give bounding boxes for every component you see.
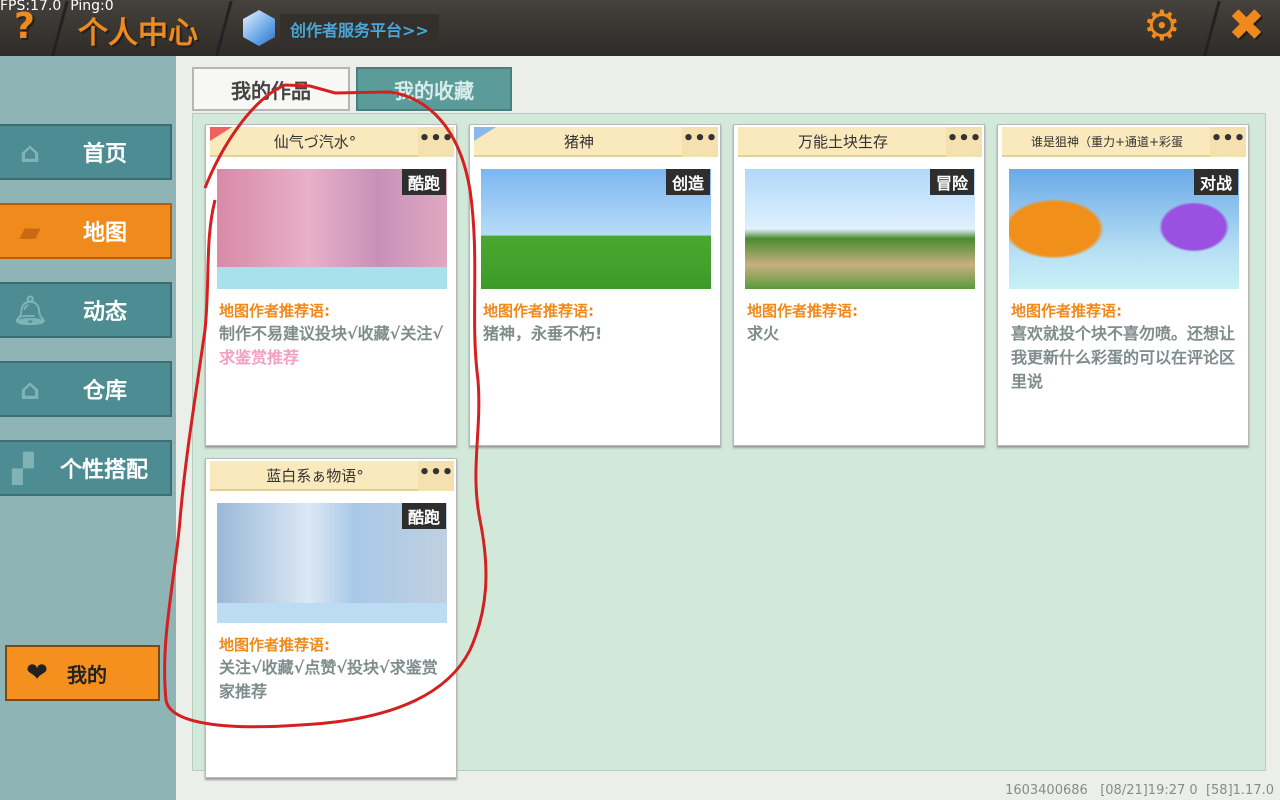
card-description: 猪神，永垂不朽! bbox=[483, 324, 603, 343]
card-description: 关注√收藏√点赞√投块√求鉴赏家推荐 bbox=[219, 658, 438, 701]
footer-info: 1603400686 [08/21]19:27 0 [58]1.17.0 bbox=[1005, 783, 1274, 798]
desc-highlight: 求鉴赏推荐 bbox=[219, 348, 300, 367]
sidebar-item-label: 动态 bbox=[82, 300, 127, 325]
more-button[interactable]: ••• bbox=[682, 127, 718, 157]
sidebar-item-label: 仓库 bbox=[82, 379, 127, 404]
main-panel: 我的作品 我的收藏 仙气づ汽水° ••• 酷跑 地图作者推荐语: 制作不易建议投块… bbox=[176, 56, 1280, 800]
sidebar-item-feed[interactable]: 🔔︎ 动态 bbox=[0, 282, 172, 338]
version: [58]1.17.0 bbox=[1205, 783, 1274, 798]
home-icon: ⌂ bbox=[19, 135, 41, 169]
card-header: 仙气づ汽水° ••• bbox=[210, 127, 454, 157]
card-header: 蓝白系ぁ物语° ••• bbox=[210, 461, 454, 491]
creator-platform-link[interactable]: 创作者服务平台>> bbox=[280, 14, 439, 42]
card-title: 谁是狙神（重力+通道+彩蛋 bbox=[1030, 134, 1184, 149]
card-header: 猪神 ••• bbox=[474, 127, 718, 157]
card-header: 谁是狙神（重力+通道+彩蛋 ••• bbox=[1002, 127, 1246, 157]
more-button[interactable]: ••• bbox=[1210, 127, 1246, 157]
sidebar-item-label: 首页 bbox=[82, 142, 127, 167]
card-description: 求火 bbox=[747, 324, 780, 343]
genre-tag: 创造 bbox=[665, 169, 710, 195]
divider bbox=[1202, 0, 1221, 60]
heart-icon: ❤ bbox=[26, 658, 48, 688]
map-card[interactable]: 仙气づ汽水° ••• 酷跑 地图作者推荐语: 制作不易建议投块√收藏√关注√ 求鉴赏… bbox=[205, 124, 457, 446]
divider bbox=[214, 0, 233, 60]
card-title: 仙气づ汽水° bbox=[273, 132, 357, 151]
sidebar-item-label: 地图 bbox=[82, 221, 127, 246]
recommend-label: 地图作者推荐语: bbox=[219, 302, 330, 320]
more-button[interactable]: ••• bbox=[418, 127, 454, 157]
tab-my-favorites[interactable]: 我的收藏 bbox=[356, 67, 512, 111]
sidebar: ⌂ 首页 ▰ 地图 🔔︎ 动态 ⌂ 仓库 ▞ 个性搭配 ❤ 我的 bbox=[0, 56, 176, 800]
sidebar-item-storage[interactable]: ⌂ 仓库 bbox=[0, 361, 172, 417]
more-button[interactable]: ••• bbox=[946, 127, 982, 157]
fps-readout: FPS:17.0 Ping:0 bbox=[0, 0, 114, 14]
card-header: 万能土块生存 ••• bbox=[738, 127, 982, 157]
recommend-label: 地图作者推荐语: bbox=[219, 636, 330, 654]
outfit-icon: ▞ bbox=[12, 451, 34, 485]
map-icon: ▰ bbox=[19, 214, 41, 248]
genre-tag: 对战 bbox=[1193, 169, 1238, 195]
card-title: 万能土块生存 bbox=[797, 132, 888, 151]
map-card[interactable]: 猪神 ••• 创造 地图作者推荐语: 猪神，永垂不朽! bbox=[469, 124, 721, 446]
mine-label: 我的 bbox=[67, 662, 107, 687]
mine-button[interactable]: ❤ 我的 bbox=[5, 645, 160, 701]
sidebar-item-map[interactable]: ▰ 地图 bbox=[0, 203, 172, 259]
genre-tag: 酷跑 bbox=[401, 503, 446, 529]
card-description: 制作不易建议投块√收藏√关注√ 求鉴赏推荐 bbox=[219, 322, 447, 370]
sidebar-item-home[interactable]: ⌂ 首页 bbox=[0, 124, 172, 180]
sidebar-item-label: 个性搭配 bbox=[59, 458, 148, 483]
gear-icon[interactable]: ⚙ bbox=[1143, 4, 1181, 48]
more-button[interactable]: ••• bbox=[418, 461, 454, 491]
genre-tag: 冒险 bbox=[929, 169, 974, 195]
tab-my-works[interactable]: 我的作品 bbox=[192, 67, 350, 111]
ribbon-icon bbox=[474, 127, 496, 141]
card-title: 猪神 bbox=[563, 132, 594, 151]
house-icon: ⌂ bbox=[19, 372, 41, 406]
sidebar-item-outfit[interactable]: ▞ 个性搭配 bbox=[0, 440, 172, 496]
recommend-label: 地图作者推荐语: bbox=[1011, 302, 1122, 320]
user-id: 1603400686 bbox=[1005, 783, 1088, 798]
fps: FPS:17.0 bbox=[0, 0, 62, 14]
desc-text: 制作不易建议投块√收藏√关注√ bbox=[219, 324, 444, 343]
ping: Ping:0 bbox=[70, 0, 114, 14]
map-card[interactable]: 万能土块生存 ••• 冒险 地图作者推荐语: 求火 bbox=[733, 124, 985, 446]
bell-icon: 🔔︎ bbox=[12, 293, 48, 327]
card-description: 喜欢就投个块不喜勿喷。还想让我更新什么彩蛋的可以在评论区里说 bbox=[1011, 324, 1236, 391]
recommend-label: 地图作者推荐语: bbox=[483, 302, 594, 320]
top-bar: ? 个人中心 创作者服务平台>> ⚙ ✖ FPS:17.0 Ping:0 bbox=[0, 0, 1280, 60]
map-card[interactable]: 蓝白系ぁ物语° ••• 酷跑 地图作者推荐语: 关注√收藏√点赞√投块√求鉴赏家推… bbox=[205, 458, 457, 778]
page-title: 个人中心 bbox=[78, 16, 198, 51]
map-card[interactable]: 谁是狙神（重力+通道+彩蛋 ••• 对战 地图作者推荐语: 喜欢就投个块不喜勿喷。… bbox=[997, 124, 1249, 446]
ribbon-icon bbox=[210, 127, 232, 141]
genre-tag: 酷跑 bbox=[401, 169, 446, 195]
build-time: [08/21]19:27 0 bbox=[1100, 783, 1198, 798]
works-grid: 仙气づ汽水° ••• 酷跑 地图作者推荐语: 制作不易建议投块√收藏√关注√ 求鉴赏… bbox=[192, 113, 1266, 778]
card-title: 蓝白系ぁ物语° bbox=[266, 466, 364, 485]
close-icon[interactable]: ✖ bbox=[1228, 0, 1265, 52]
recommend-label: 地图作者推荐语: bbox=[747, 302, 858, 320]
creator-cube-icon[interactable] bbox=[243, 10, 275, 46]
